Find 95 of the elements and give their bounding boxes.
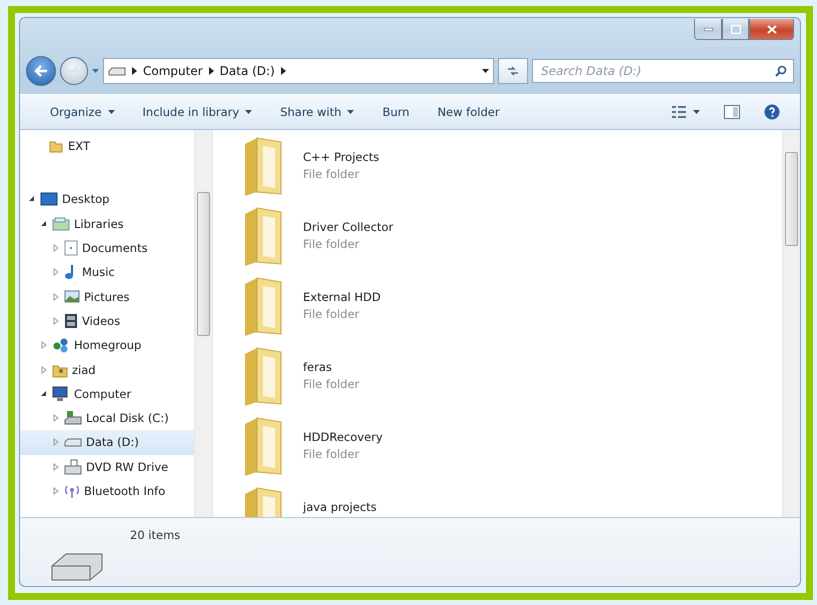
toolbar-button[interactable]: Share with [270, 101, 364, 123]
collapsed-arrow-icon[interactable] [52, 268, 60, 276]
tree-item[interactable]: Local Disk (C:) [20, 406, 194, 430]
minimize-button[interactable] [694, 19, 722, 40]
close-icon [766, 24, 776, 34]
collapsed-arrow-icon[interactable] [40, 341, 48, 350]
folder-name: Driver Collector [303, 220, 394, 234]
forward-arrow-icon [68, 66, 80, 76]
toolbar-button[interactable]: New folder [427, 101, 510, 123]
toolbar-button[interactable]: Burn [372, 101, 420, 123]
refresh-button[interactable] [498, 58, 528, 84]
people-icon [52, 337, 70, 354]
tree-item[interactable]: Homegroup [20, 333, 194, 358]
collapsed-arrow-icon[interactable] [52, 414, 60, 422]
preview-pane-icon [724, 105, 740, 119]
collapsed-arrow-icon[interactable] [52, 487, 60, 495]
expanded-arrow-icon[interactable] [40, 390, 48, 398]
folder-item[interactable]: HDDRecovery File folder [241, 416, 782, 486]
collapsed-arrow-icon[interactable] [52, 316, 60, 325]
picture-icon [64, 290, 80, 304]
expanded-arrow-icon[interactable] [40, 220, 48, 228]
tree-item[interactable]: Computer [20, 382, 194, 406]
item-count: 20 items [130, 528, 180, 544]
chevron-icon[interactable] [208, 67, 214, 75]
folder-type: File folder [303, 237, 360, 251]
tree-item[interactable]: Documents [20, 236, 194, 260]
tree-item[interactable]: Pictures [20, 284, 194, 309]
folder-type: File folder [303, 377, 360, 391]
collapsed-arrow-icon[interactable] [52, 438, 60, 446]
folder-type: File folder [303, 167, 360, 181]
forward-button[interactable] [60, 57, 88, 85]
scroll-thumb[interactable] [197, 192, 210, 336]
hard-drive-icon [64, 410, 82, 426]
back-arrow-icon [34, 65, 48, 77]
folder-type: File folder [303, 307, 360, 321]
nav-scrollbar[interactable] [194, 130, 212, 517]
collapsed-arrow-icon[interactable] [52, 244, 60, 252]
tree-item[interactable]: Videos [20, 308, 194, 334]
film-icon [64, 312, 78, 329]
content-scrollbar[interactable] [782, 130, 800, 517]
expanded-arrow-icon[interactable] [28, 195, 36, 204]
favorite-item[interactable]: EXT [20, 134, 194, 158]
caret-icon [347, 110, 354, 114]
tree-item[interactable]: Libraries [20, 212, 194, 236]
maximize-button[interactable] [722, 19, 749, 40]
tree-item[interactable]: DVD RW Drive [20, 454, 194, 479]
caret-icon [693, 110, 700, 114]
computer-icon [52, 386, 70, 402]
minimize-icon [704, 28, 712, 30]
search-icon [775, 65, 787, 77]
refresh-icon [506, 65, 520, 77]
search-field[interactable]: Search Data (D:) [539, 63, 775, 79]
scroll-thumb[interactable] [785, 152, 798, 246]
tree-item[interactable]: Music [20, 260, 194, 284]
folder-item[interactable]: feras File folder [241, 346, 782, 416]
document-icon [64, 240, 78, 256]
tree-item[interactable]: ziad [20, 357, 194, 382]
address-bar[interactable]: Computer Data (D:) [103, 58, 494, 84]
maximize-icon [730, 24, 740, 34]
tree-item[interactable]: Desktop [20, 187, 194, 212]
toolbar-button[interactable]: Include in library [132, 101, 262, 123]
collapsed-arrow-icon[interactable] [52, 462, 60, 471]
dropdown-caret-icon[interactable] [482, 69, 489, 73]
folder-name: C++ Projects [303, 150, 380, 164]
breadcrumb[interactable]: Data (D:) [220, 64, 275, 78]
folder-name: feras [303, 360, 333, 374]
search-box[interactable]: Search Data (D:) [532, 59, 794, 83]
back-button[interactable] [26, 56, 56, 86]
chevron-icon[interactable] [280, 67, 286, 75]
tree-item[interactable]: Bluetooth Info [20, 478, 194, 504]
collapsed-arrow-icon[interactable] [40, 366, 48, 374]
folder-type: File folder [303, 447, 360, 461]
views-icon [671, 105, 687, 119]
optical-drive-icon [64, 458, 82, 475]
breadcrumb[interactable]: Computer [143, 64, 203, 78]
folder-name: External HDD [303, 290, 381, 304]
desktop-icon [40, 192, 58, 206]
folder-item[interactable]: C++ Projects File folder [241, 136, 782, 206]
caret-icon [108, 110, 115, 114]
help-icon [764, 104, 780, 120]
folder-name: java projects [303, 500, 377, 514]
collapsed-arrow-icon[interactable] [52, 292, 60, 301]
recent-pages-caret-icon[interactable] [92, 69, 99, 73]
hard-drive-icon [64, 436, 82, 448]
folder-item[interactable]: Driver Collector File folder [241, 206, 782, 276]
folder-item[interactable]: External HDD File folder [241, 276, 782, 346]
folder-name: HDDRecovery [303, 430, 383, 444]
close-button[interactable] [749, 19, 794, 40]
tree-item[interactable]: Data (D:) [20, 430, 194, 455]
chevron-icon[interactable] [132, 67, 137, 75]
library-icon [52, 216, 70, 231]
wireless-device-icon [64, 483, 80, 499]
toolbar-button[interactable]: Organize [40, 101, 125, 123]
caret-icon [245, 110, 252, 114]
hard-drive-icon [108, 65, 126, 77]
